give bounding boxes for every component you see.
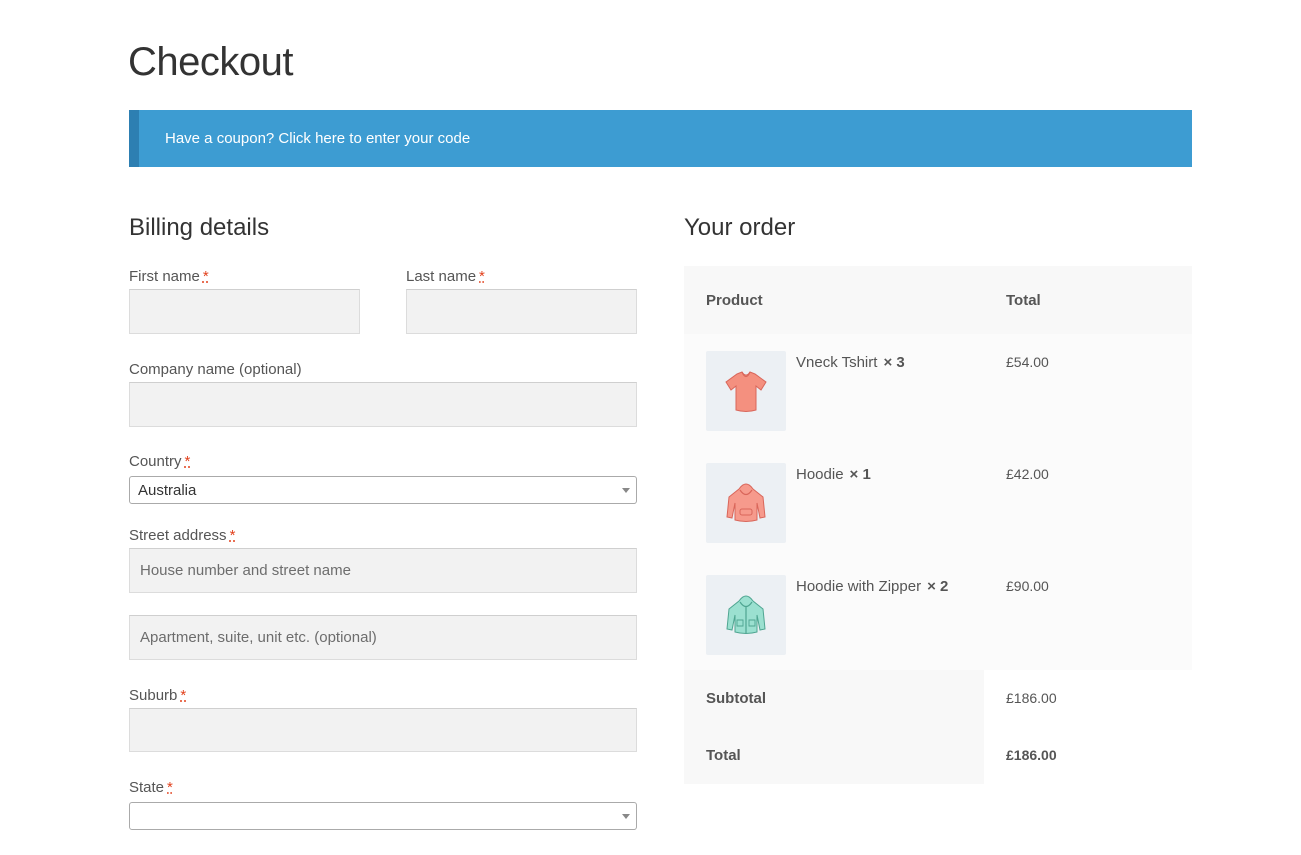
country-label: Country * [129, 453, 191, 470]
street-address-line2-input[interactable]: Apartment, suite, unit etc. (optional) [129, 615, 637, 660]
street-line2-placeholder: Apartment, suite, unit etc. (optional) [140, 629, 377, 646]
product-thumbnail[interactable] [706, 351, 786, 431]
dropdown-arrow-icon [622, 488, 630, 493]
required-mark: * [184, 453, 191, 470]
product-thumbnail[interactable] [706, 463, 786, 543]
coupon-link[interactable]: Have a coupon? Click here to enter your … [165, 130, 470, 147]
state-label: State * [129, 779, 173, 796]
product-quantity: × 1 [849, 466, 871, 483]
product-name[interactable]: Hoodie × 1 [796, 466, 871, 483]
first-name-label: First name * [129, 268, 209, 285]
order-table: Product Total Vneck Tshirt × 3 £54.00 Ho… [684, 266, 1192, 784]
checkout-page: Checkout Have a coupon? Click here to en… [0, 0, 1301, 855]
product-quantity: × 2 [927, 578, 949, 595]
company-input[interactable] [129, 382, 637, 427]
required-mark: * [229, 527, 236, 544]
required-mark: * [202, 268, 209, 285]
hoodie-icon [726, 483, 766, 522]
order-table-header: Product Total [684, 266, 1192, 334]
order-item-row: Vneck Tshirt × 3 £54.00 [684, 334, 1192, 446]
page-title: Checkout [128, 40, 293, 84]
coupon-notice: Have a coupon? Click here to enter your … [129, 110, 1192, 167]
required-mark: * [479, 268, 485, 285]
street-label: Street address * [129, 527, 236, 544]
total-label: Total [684, 727, 984, 784]
product-name[interactable]: Hoodie with Zipper × 2 [796, 578, 948, 595]
product-column-header: Product [706, 292, 763, 309]
required-mark: * [167, 779, 173, 796]
subtotal-value: £186.00 [1006, 690, 1057, 706]
order-item-row: Hoodie × 1 £42.00 [684, 446, 1192, 558]
suburb-input[interactable] [129, 708, 637, 752]
street-address-line1-input[interactable]: House number and street name [129, 548, 637, 593]
subtotal-row: Subtotal £186.00 [684, 670, 1192, 727]
product-line-total: £42.00 [1006, 466, 1049, 482]
product-line-total: £90.00 [1006, 578, 1049, 594]
product-thumbnail[interactable] [706, 575, 786, 655]
state-select[interactable] [129, 802, 637, 830]
product-line-total: £54.00 [1006, 354, 1049, 370]
last-name-label: Last name * [406, 268, 485, 285]
dropdown-arrow-icon [622, 814, 630, 819]
street-line1-placeholder: House number and street name [140, 562, 351, 579]
required-mark: * [180, 687, 187, 704]
company-label: Company name (optional) [129, 361, 302, 378]
suburb-label: Suburb * [129, 687, 187, 704]
product-name[interactable]: Vneck Tshirt × 3 [796, 354, 905, 371]
order-title: Your order [684, 214, 796, 241]
tshirt-icon [725, 371, 767, 412]
total-row: Total £186.00 [684, 727, 1192, 784]
subtotal-label: Subtotal [684, 670, 984, 727]
billing-title: Billing details [129, 214, 270, 241]
first-name-input[interactable] [129, 289, 360, 334]
zip-hoodie-icon [726, 595, 766, 634]
product-quantity: × 3 [883, 354, 905, 371]
last-name-input[interactable] [406, 289, 637, 334]
total-column-header: Total [1006, 292, 1041, 309]
country-value: Australia [138, 481, 197, 499]
total-value: £186.00 [1006, 747, 1057, 763]
order-item-row: Hoodie with Zipper × 2 £90.00 [684, 558, 1192, 670]
country-select[interactable]: Australia [129, 476, 637, 504]
